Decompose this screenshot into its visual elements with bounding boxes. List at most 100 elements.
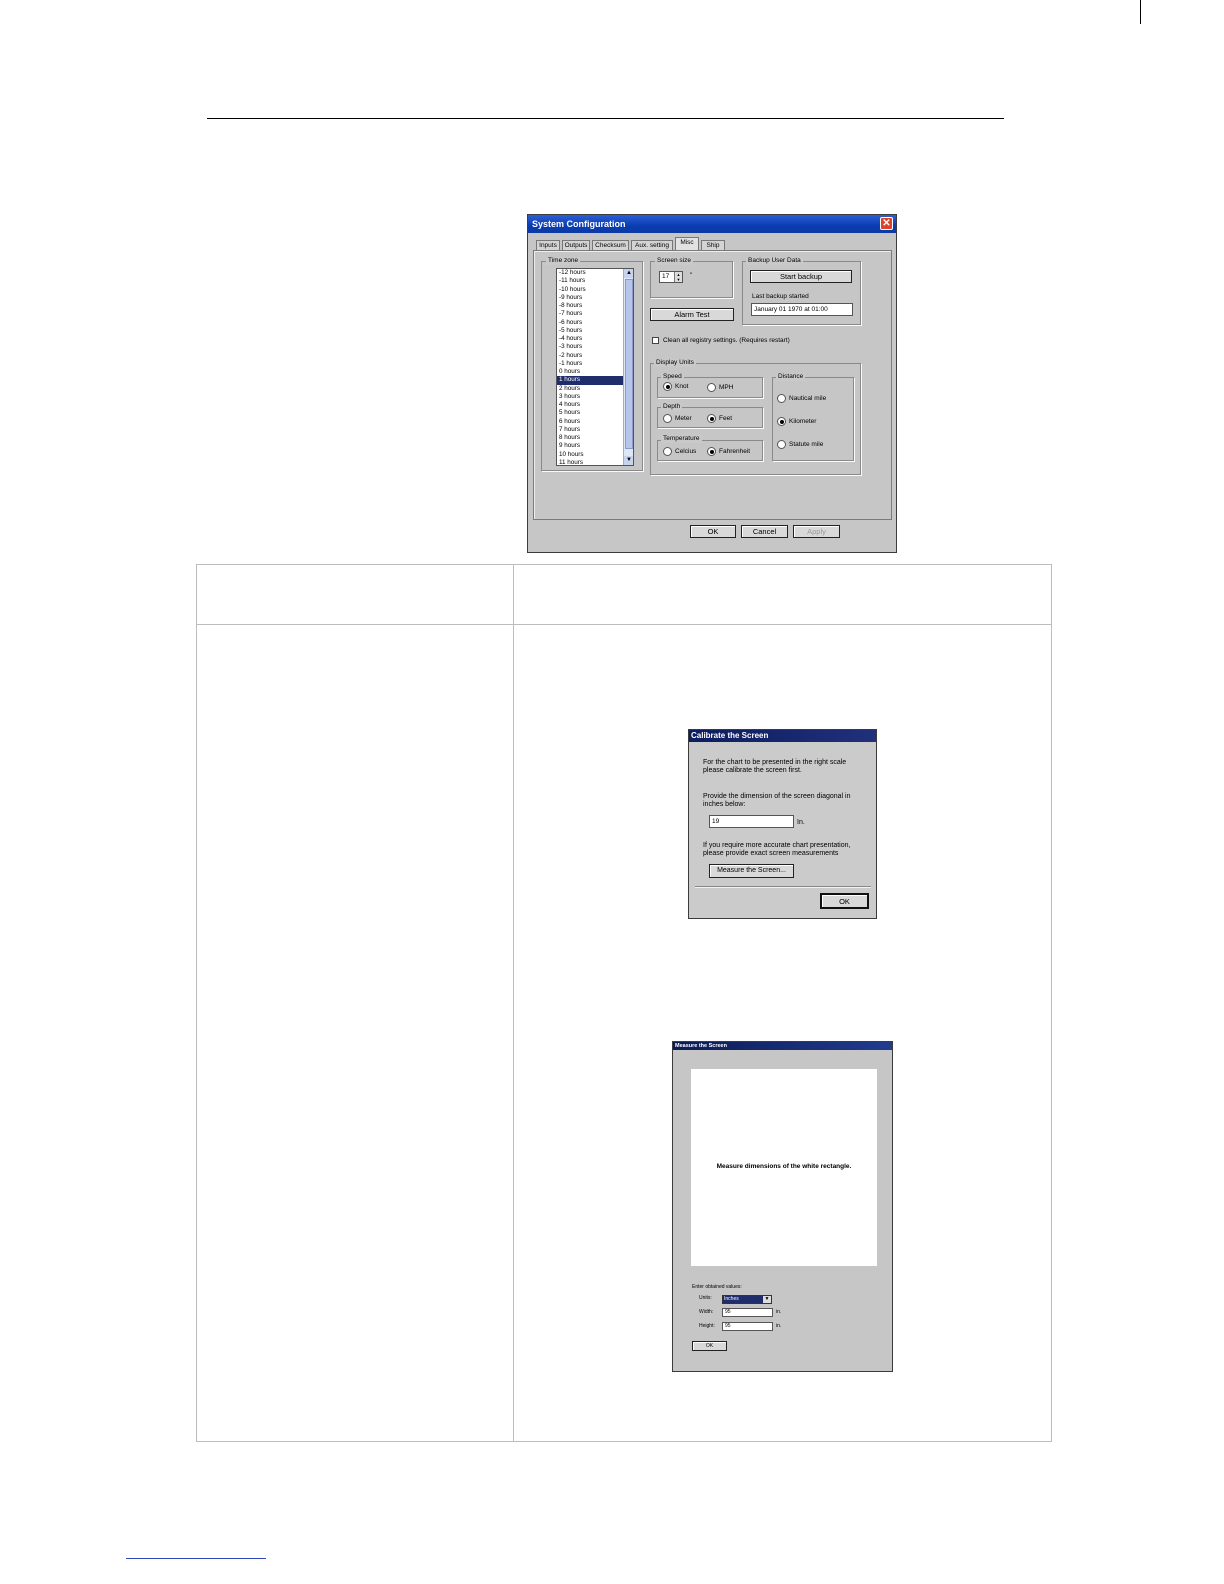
temp-fahrenheit-radio[interactable] bbox=[707, 447, 716, 456]
time-zone-item[interactable]: 4 hours bbox=[557, 401, 623, 409]
system-configuration-dialog: System Configuration ✕ Inputs Outputs Ch… bbox=[527, 214, 897, 553]
white-rectangle: Measure dimensions of the white rectangl… bbox=[691, 1069, 877, 1266]
calibrate-title: Calibrate the Screen bbox=[691, 731, 769, 740]
time-zone-label: Time zone bbox=[546, 257, 581, 265]
table-border-right bbox=[1051, 564, 1052, 1442]
tab-misc[interactable]: Misc bbox=[675, 237, 699, 251]
calibrate-ok-button[interactable]: OK bbox=[820, 893, 869, 909]
measure-ok-button[interactable]: OK bbox=[692, 1341, 727, 1351]
time-zone-list[interactable]: -12 hours -11 hours -10 hours -9 hours -8 ho… bbox=[556, 268, 634, 466]
calibrate-screen-dialog: Calibrate the Screen For the chart to be… bbox=[688, 729, 877, 919]
time-zone-items: -12 hours -11 hours -10 hours -9 hours -8 ho… bbox=[557, 269, 623, 465]
measure-title: Measure the Screen bbox=[675, 1043, 727, 1049]
time-zone-item[interactable]: 3 hours bbox=[557, 393, 623, 401]
calibrate-titlebar: Calibrate the Screen bbox=[689, 730, 876, 742]
distance-statute-radio[interactable] bbox=[777, 440, 786, 449]
time-zone-item[interactable]: -4 hours bbox=[557, 335, 623, 343]
time-zone-item[interactable]: -1 hours bbox=[557, 360, 623, 368]
temp-fahrenheit-option[interactable]: Fahrenheit bbox=[707, 447, 750, 456]
measure-screen-button[interactable]: Measure the Screen... bbox=[709, 864, 794, 878]
corner-mark bbox=[1140, 0, 1141, 24]
scroll-thumb[interactable] bbox=[625, 279, 633, 449]
table-border-bottom bbox=[196, 1441, 1052, 1442]
time-zone-item[interactable]: 11 hours bbox=[557, 459, 623, 465]
time-zone-item[interactable]: 0 hours bbox=[557, 368, 623, 376]
alarm-test-button[interactable]: Alarm Test bbox=[650, 308, 734, 321]
time-zone-item[interactable]: -6 hours bbox=[557, 319, 623, 327]
units-select[interactable]: Inches ▼ bbox=[722, 1295, 772, 1304]
time-zone-item[interactable]: 7 hours bbox=[557, 426, 623, 434]
diagonal-unit: In. bbox=[797, 819, 805, 826]
clean-registry-label: Clean all registry settings. (Requires r… bbox=[663, 337, 790, 344]
distance-nautical-option[interactable]: Nautical mile bbox=[777, 394, 826, 403]
distance-kilometer-label: Kilometer bbox=[789, 418, 817, 426]
chevron-down-icon[interactable]: ▼ bbox=[763, 1296, 771, 1303]
diagonal-input[interactable]: 19 bbox=[709, 815, 794, 828]
depth-feet-option[interactable]: Feet bbox=[707, 414, 732, 423]
time-zone-item[interactable]: -3 hours bbox=[557, 343, 623, 351]
calibrate-text-2: please calibrate the screen first. bbox=[703, 767, 802, 774]
height-label: Height: bbox=[699, 1323, 715, 1329]
cancel-button[interactable]: Cancel bbox=[741, 525, 788, 538]
time-zone-item[interactable]: -12 hours bbox=[557, 269, 623, 277]
time-zone-item[interactable]: -11 hours bbox=[557, 277, 623, 285]
speed-label: Speed bbox=[661, 373, 684, 381]
height-input[interactable]: 95 bbox=[722, 1322, 773, 1331]
dialog-titlebar: System Configuration ✕ bbox=[528, 215, 896, 233]
distance-nautical-radio[interactable] bbox=[777, 394, 786, 403]
distance-label: Distance bbox=[776, 373, 806, 381]
screen-size-spinner-icon[interactable]: ▲ ▼ bbox=[674, 272, 682, 282]
calibrate-text-4: inches below: bbox=[703, 801, 746, 808]
distance-statute-label: Statute mile bbox=[789, 441, 824, 449]
temp-celcius-radio[interactable] bbox=[663, 447, 672, 456]
time-zone-item[interactable]: 5 hours bbox=[557, 409, 623, 417]
time-zone-item[interactable]: -5 hours bbox=[557, 327, 623, 335]
clean-registry-checkbox[interactable] bbox=[652, 337, 659, 344]
time-zone-item[interactable]: 6 hours bbox=[557, 418, 623, 426]
time-zone-item[interactable]: -7 hours bbox=[557, 310, 623, 318]
time-zone-item[interactable]: 2 hours bbox=[557, 385, 623, 393]
ok-button[interactable]: OK bbox=[690, 525, 736, 538]
distance-kilometer-option[interactable]: Kilometer bbox=[777, 417, 816, 426]
screen-size-label: Screen size bbox=[655, 257, 693, 265]
table-border-left bbox=[196, 564, 197, 1442]
last-backup-value: January 01 1970 at 01:00 bbox=[751, 303, 853, 316]
calibrate-separator bbox=[695, 886, 871, 887]
table-column-divider bbox=[513, 564, 514, 1442]
speed-knot-option[interactable]: Knot bbox=[663, 382, 688, 391]
list-scrollbar[interactable]: ▲ ▼ bbox=[623, 269, 633, 465]
speed-knot-radio[interactable] bbox=[663, 382, 672, 391]
close-icon[interactable]: ✕ bbox=[880, 217, 893, 230]
time-zone-item[interactable]: 10 hours bbox=[557, 451, 623, 459]
temperature-label: Temperature bbox=[661, 435, 702, 443]
apply-button[interactable]: Apply bbox=[793, 525, 840, 538]
time-zone-item[interactable]: -2 hours bbox=[557, 352, 623, 360]
screen-size-unit: " bbox=[690, 272, 693, 279]
distance-statute-option[interactable]: Statute mile bbox=[777, 440, 823, 449]
depth-feet-radio[interactable] bbox=[707, 414, 716, 423]
time-zone-item[interactable]: -9 hours bbox=[557, 294, 623, 302]
calibrate-text-6: please provide exact screen measurements bbox=[703, 850, 839, 857]
start-backup-button[interactable]: Start backup bbox=[750, 270, 852, 283]
width-input[interactable]: 95 bbox=[722, 1308, 773, 1317]
time-zone-item[interactable]: -10 hours bbox=[557, 286, 623, 294]
depth-meter-radio[interactable] bbox=[663, 414, 672, 423]
header-rule bbox=[207, 118, 1004, 119]
time-zone-item[interactable]: 1 hours bbox=[557, 376, 623, 385]
speed-mph-label: MPH bbox=[719, 384, 734, 392]
scroll-up-icon[interactable]: ▲ bbox=[624, 269, 633, 278]
last-backup-label: Last backup started bbox=[752, 293, 809, 300]
scroll-down-icon[interactable]: ▼ bbox=[624, 456, 633, 465]
depth-meter-option[interactable]: Meter bbox=[663, 414, 692, 423]
distance-kilometer-radio[interactable] bbox=[777, 417, 786, 426]
time-zone-item[interactable]: 9 hours bbox=[557, 442, 623, 450]
temp-celcius-label: Celcius bbox=[675, 448, 697, 456]
time-zone-item[interactable]: 8 hours bbox=[557, 434, 623, 442]
footer-rule bbox=[126, 1558, 266, 1559]
misc-tab-panel: Time zone -12 hours -11 hours -10 hours -9 … bbox=[533, 250, 892, 520]
units-label: Units: bbox=[699, 1295, 712, 1301]
speed-mph-radio[interactable] bbox=[707, 383, 716, 392]
time-zone-item[interactable]: -8 hours bbox=[557, 302, 623, 310]
speed-mph-option[interactable]: MPH bbox=[707, 383, 733, 392]
temp-celcius-option[interactable]: Celcius bbox=[663, 447, 696, 456]
